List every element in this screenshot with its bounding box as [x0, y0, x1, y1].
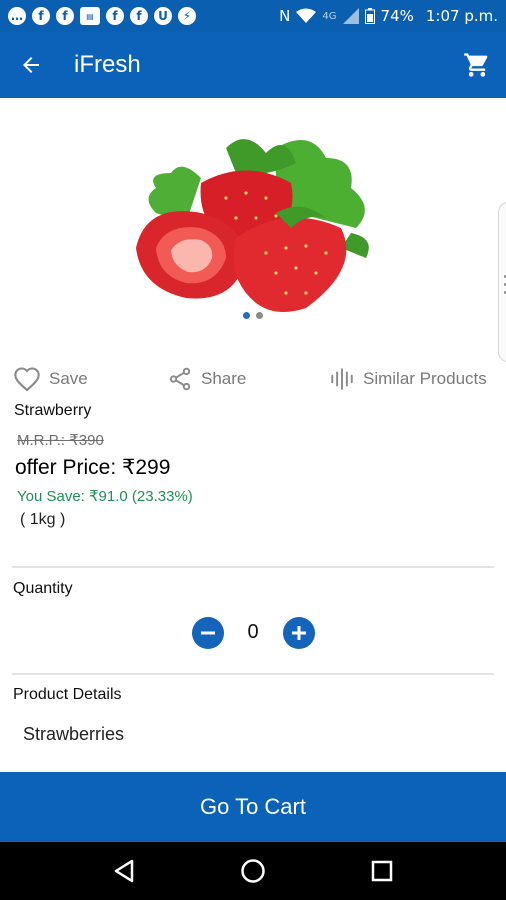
product-image-carousel[interactable] [0, 98, 506, 362]
divider [12, 673, 494, 675]
quantity-stepper: 0 [0, 617, 506, 651]
circle-home-icon [241, 859, 265, 883]
plus-icon [292, 626, 306, 640]
arrow-left-icon [23, 57, 39, 73]
clock: 1:07 p.m. [425, 7, 498, 25]
minus-icon [201, 631, 215, 635]
signal-icon [342, 8, 359, 24]
save-label: Save [49, 369, 88, 388]
product-details-label: Product Details [13, 686, 122, 703]
facebook-icon: f [106, 7, 124, 25]
similar-products-button[interactable]: Similar Products [329, 366, 487, 392]
share-icon [169, 367, 191, 391]
you-save-text: You Save: ₹91.0 (23.33%) [17, 488, 193, 505]
mrp-price: M.R.P.: ₹390 [17, 432, 104, 449]
facebook-icon: f [56, 7, 74, 25]
battery-icon [364, 8, 375, 24]
product-weight: ( 1kg ) [20, 511, 66, 528]
share-button[interactable]: Share [167, 366, 246, 392]
triangle-back-icon [115, 859, 134, 883]
app-title: iFresh [74, 51, 141, 78]
product-name: Strawberry [14, 402, 92, 419]
nav-back-button[interactable] [104, 851, 144, 891]
system-navigation-bar [0, 842, 506, 900]
nav-recents-button[interactable] [362, 851, 402, 891]
save-button[interactable]: Save [13, 366, 88, 392]
message-icon: … [8, 7, 26, 25]
system-icons: N 4G 74% 1:07 p.m. [279, 7, 498, 25]
carousel-indicator [0, 312, 506, 319]
strawberry-image [136, 139, 369, 312]
facebook-icon: f [130, 7, 148, 25]
facebook-icon: f [32, 7, 50, 25]
heart-icon [14, 367, 40, 392]
nav-home-button[interactable] [233, 851, 273, 891]
similar-products-icon [331, 368, 353, 390]
status-bar: … f f ▤ f f U ⚡ N 4G 74% 1:07 p.m. [0, 0, 506, 32]
battery-level: 74% [380, 7, 414, 25]
quantity-value: 0 [247, 621, 259, 643]
news-icon: ▤ [80, 7, 100, 25]
carousel-dot-active[interactable] [243, 312, 250, 319]
messenger-icon: ⚡ [178, 7, 196, 25]
notification-icons: … f f ▤ f f U ⚡ [8, 7, 196, 25]
increase-quantity-button[interactable] [283, 617, 315, 649]
product-actions: Save Share Similar Products [0, 360, 506, 398]
quantity-label: Quantity [13, 580, 73, 597]
offer-price: offer Price: ₹299 [15, 456, 171, 479]
cart-icon [464, 53, 488, 77]
nfc-icon: N [279, 7, 291, 25]
product-details-text: Strawberries [23, 724, 125, 744]
side-drawer-handle[interactable] [498, 202, 506, 362]
carousel-dot[interactable] [256, 312, 263, 319]
go-to-cart-label: Go To Cart [200, 794, 306, 819]
app-icon: U [154, 7, 172, 25]
decrease-quantity-button[interactable] [192, 617, 224, 649]
divider [12, 566, 494, 568]
square-recents-icon [371, 860, 392, 882]
app-bar: iFresh [0, 32, 506, 98]
wifi-icon [296, 8, 317, 23]
go-to-cart-button[interactable]: Go To Cart [0, 772, 506, 842]
share-label: Share [201, 369, 247, 388]
back-button[interactable] [0, 32, 62, 98]
network-type: 4G [322, 10, 337, 22]
similar-products-label: Similar Products [363, 369, 487, 388]
cart-button[interactable] [448, 32, 506, 98]
